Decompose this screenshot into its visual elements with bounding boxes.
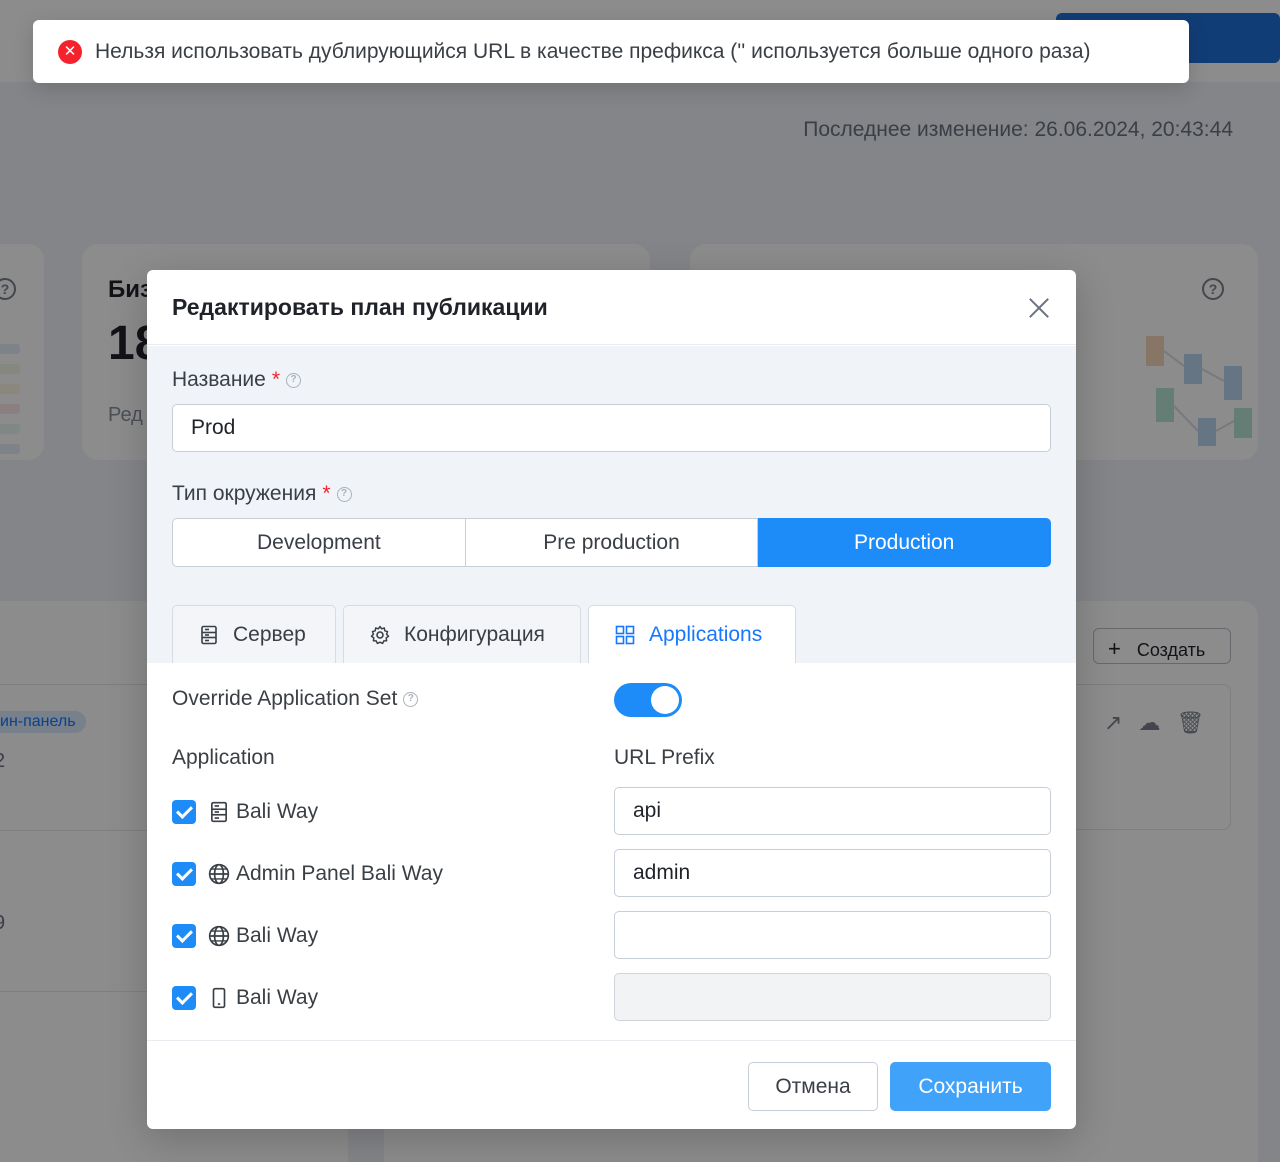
env-option-pre-production[interactable]: Pre production xyxy=(465,518,759,567)
question-icon[interactable]: ? xyxy=(336,486,352,502)
close-icon[interactable] xyxy=(1025,294,1053,322)
question-icon[interactable]: ? xyxy=(403,691,419,707)
mobile-icon xyxy=(212,987,226,1009)
cancel-button[interactable]: Отмена xyxy=(748,1062,878,1111)
modal-header: Редактировать план публикации xyxy=(147,270,1076,345)
application-row: Bali Way xyxy=(172,983,318,1013)
question-icon[interactable]: ? xyxy=(286,372,302,388)
url-prefix-input[interactable] xyxy=(614,787,1051,835)
globe-icon xyxy=(208,863,230,885)
application-row: Admin Panel Bali Way xyxy=(172,859,443,889)
override-application-set-toggle[interactable] xyxy=(614,683,682,717)
grid-icon xyxy=(615,625,635,644)
modal-title: Редактировать план публикации xyxy=(172,294,548,320)
application-row: Bali Way xyxy=(172,921,318,951)
toggle-knob xyxy=(651,686,679,714)
tab-label: Конфигурация xyxy=(404,622,545,646)
globe-icon xyxy=(208,925,230,947)
application-column-header: Application xyxy=(172,746,275,769)
tab-applications[interactable]: Applications xyxy=(588,605,796,663)
tab-configuration[interactable]: Конфигурация xyxy=(343,605,581,663)
application-checkbox[interactable] xyxy=(172,986,196,1010)
application-name: Bali Way xyxy=(236,924,319,947)
environment-field-label: Тип окружения *? xyxy=(172,482,352,506)
modal-footer: Отмена Сохранить xyxy=(147,1040,1076,1129)
save-button[interactable]: Сохранить xyxy=(890,1062,1051,1111)
tab-label: Applications xyxy=(649,622,763,646)
toast-message: Нельзя использовать дублирующийся URL в … xyxy=(95,39,1091,63)
server-icon xyxy=(201,625,217,644)
url-prefix-input-disabled xyxy=(614,973,1051,1021)
application-row: Bali Way xyxy=(172,797,318,827)
required-marker: * xyxy=(271,368,281,391)
override-application-set-label: Override Application Set? xyxy=(172,687,419,711)
application-checkbox[interactable] xyxy=(172,924,196,948)
name-input[interactable] xyxy=(172,404,1051,452)
error-circle-icon: ✕ xyxy=(58,39,82,64)
error-toast: ✕ Нельзя использовать дублирующийся URL … xyxy=(33,20,1189,83)
required-marker: * xyxy=(322,482,331,505)
tab-server[interactable]: Сервер xyxy=(172,605,336,663)
name-field-label: Название *? xyxy=(172,368,302,392)
env-option-production[interactable]: Production xyxy=(758,518,1052,567)
url-prefix-column-header: URL Prefix xyxy=(614,746,715,769)
url-prefix-input[interactable] xyxy=(614,911,1051,959)
gear-icon xyxy=(370,625,390,644)
application-name: Bali Way xyxy=(236,986,319,1009)
application-checkbox[interactable] xyxy=(172,800,196,824)
env-option-development[interactable]: Development xyxy=(172,518,466,567)
edit-publication-plan-modal: Редактировать план публикации Название *?… xyxy=(147,270,1076,1129)
environment-selector: Development Pre production Production xyxy=(172,518,1052,567)
application-checkbox[interactable] xyxy=(172,862,196,886)
server-icon xyxy=(211,801,227,823)
url-prefix-input[interactable] xyxy=(614,849,1051,897)
application-name: Admin Panel Bali Way xyxy=(236,862,443,885)
tab-label: Сервер xyxy=(233,622,306,646)
application-name: Bali Way xyxy=(236,800,319,823)
